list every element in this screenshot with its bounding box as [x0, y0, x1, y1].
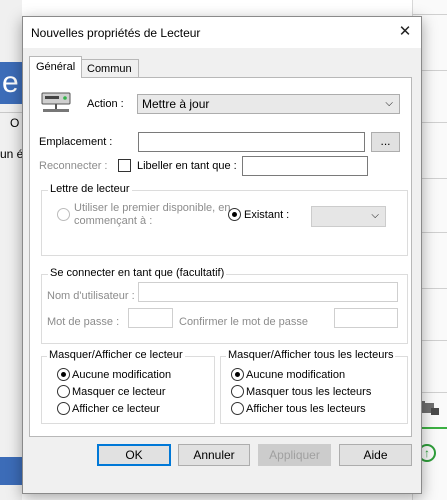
drive-show-label: Afficher ce lecteur	[72, 403, 160, 415]
first-available-label: Utiliser le premier disponible, en comme…	[74, 202, 231, 227]
cancel-button[interactable]: Annuler	[178, 444, 250, 466]
close-icon[interactable]: ✕	[389, 17, 421, 48]
all-hide-radio[interactable]	[231, 385, 244, 398]
confirm-password-label: Confirmer le mot de passe	[179, 316, 308, 328]
all-show-radio[interactable]	[231, 402, 244, 415]
apply-button[interactable]: Appliquer	[258, 444, 331, 466]
location-input[interactable]	[138, 132, 365, 152]
dialog-title: Nouvelles propriétés de Lecteur	[31, 26, 201, 40]
background-app-letter: e	[2, 66, 19, 99]
existing-radio[interactable]	[228, 208, 241, 221]
drive-no-change-radio[interactable]	[57, 368, 70, 381]
drive-no-change-label: Aucune modification	[72, 369, 172, 381]
chevron-down-icon: ⌵	[385, 98, 393, 109]
background-row-label: O	[10, 116, 20, 130]
ok-button[interactable]: OK	[97, 444, 171, 466]
drive-letter-legend: Lettre de lecteur	[48, 183, 132, 195]
tab-panel-general: Action : Mettre à jour ⌵ Emplacement : .…	[29, 77, 412, 437]
password-input[interactable]	[128, 308, 173, 328]
all-no-change-label: Aucune modification	[246, 369, 346, 381]
existing-drive-select[interactable]: ⌵	[311, 206, 386, 227]
reconnect-label: Reconnecter :	[39, 160, 108, 172]
network-drive-icon	[41, 92, 71, 112]
action-label: Action :	[87, 98, 124, 110]
background-divider	[0, 112, 22, 113]
background-cell-text: un é	[0, 147, 24, 161]
reconnect-checkbox[interactable]	[118, 159, 131, 172]
hide-show-drive-legend: Masquer/Afficher ce lecteur	[47, 349, 185, 361]
background-app-header: e	[0, 62, 24, 104]
username-input[interactable]	[138, 282, 398, 302]
browse-button[interactable]: ...	[371, 132, 400, 152]
password-label: Mot de passe :	[47, 316, 120, 328]
existing-label: Existant :	[244, 209, 290, 221]
drive-properties-dialog: Nouvelles propriétés de Lecteur ✕ Généra…	[22, 16, 422, 494]
drive-hide-radio[interactable]	[57, 385, 70, 398]
label-as-label: Libeller en tant que :	[137, 160, 237, 172]
label-as-input[interactable]	[242, 156, 368, 176]
action-select-value: Mettre à jour	[142, 97, 210, 111]
tab-common[interactable]: Commun	[80, 59, 139, 78]
action-select[interactable]: Mettre à jour ⌵	[137, 94, 400, 114]
tab-general[interactable]: Général	[29, 56, 83, 78]
drive-show-radio[interactable]	[57, 402, 70, 415]
drive-hide-label: Masquer ce lecteur	[72, 386, 166, 398]
confirm-password-input[interactable]	[334, 308, 398, 328]
first-available-radio[interactable]	[57, 208, 70, 221]
all-hide-label: Masquer tous les lecteurs	[246, 386, 372, 398]
help-button[interactable]: Aide	[339, 444, 412, 466]
dialog-titlebar: Nouvelles propriétés de Lecteur ✕	[23, 17, 421, 48]
connect-as-legend: Se connecter en tant que (facultatif)	[48, 267, 227, 279]
all-show-label: Afficher tous les lecteurs	[246, 403, 366, 415]
chevron-down-icon: ⌵	[371, 210, 379, 221]
username-label: Nom d'utilisateur :	[47, 290, 135, 302]
hide-show-all-legend: Masquer/Afficher tous les lecteurs	[226, 349, 396, 361]
all-no-change-radio[interactable]	[231, 368, 244, 381]
location-label: Emplacement :	[39, 136, 113, 148]
